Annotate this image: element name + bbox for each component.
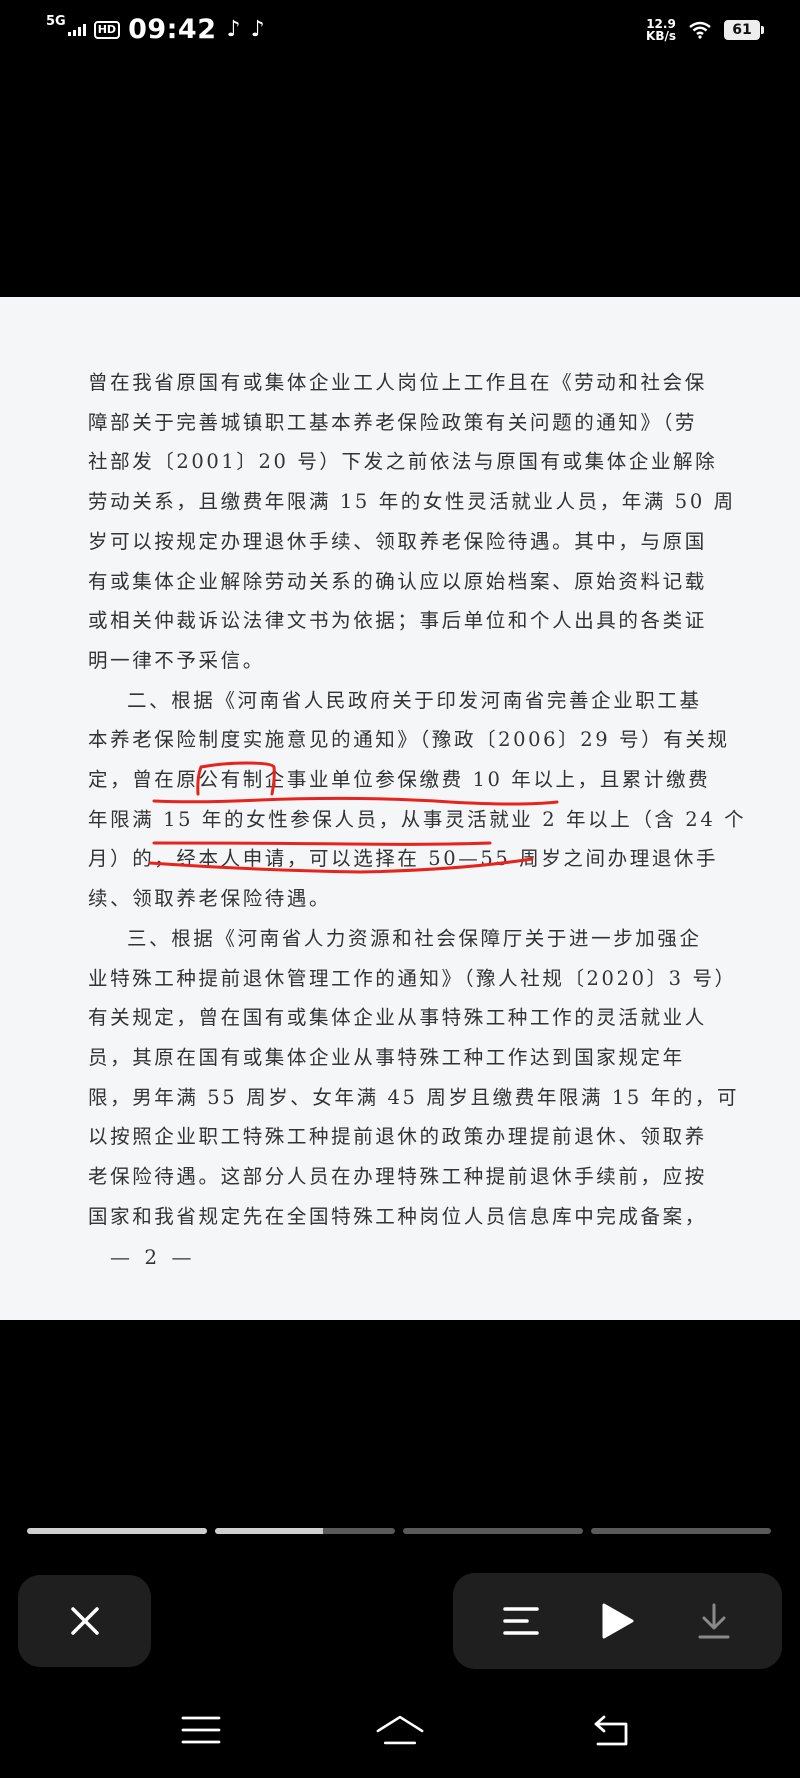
- play-button[interactable]: [593, 1597, 641, 1645]
- media-controls: [453, 1573, 782, 1669]
- signal-icon: [67, 23, 86, 36]
- close-button[interactable]: [18, 1575, 151, 1667]
- document-text: 曾在我省原国有或集体企业工人岗位上工作且在《劳动和社会保 障部关于完善城镇职工基…: [88, 363, 747, 1236]
- list-icon: [503, 1607, 539, 1635]
- doc-line: 或相关仲裁诉讼法律文书为依据；事后单位和个人出具的各类证: [88, 609, 707, 633]
- back-button[interactable]: [588, 1710, 636, 1750]
- doc-line: 续、领取养老保险待遇。: [88, 887, 332, 911]
- home-icon: [376, 1715, 424, 1745]
- home-button[interactable]: [376, 1710, 424, 1750]
- menu-icon: [181, 1716, 221, 1744]
- doc-line: 月）的，经本人申请，可以选择在 50—55 周岁之间办理退休手: [88, 847, 719, 871]
- doc-line: 三、根据《河南省人力资源和社会保障厅关于进一步加强企: [127, 926, 702, 950]
- doc-line: 岁可以按规定办理退休手续、领取养老保险待遇。其中，与原国: [88, 529, 707, 553]
- tiktok-icon: ♪: [226, 17, 241, 42]
- system-nav-bar: [0, 1700, 800, 1760]
- doc-line: 定，曾在原公有制企事业单位参保缴费 10 年以上，且累计缴费: [88, 768, 711, 792]
- page-number: — 2 —: [110, 1245, 196, 1269]
- doc-line: 员，其原在国有或集体企业从事特殊工种工作达到国家规定年: [88, 1045, 685, 1069]
- doc-line: 本养老保险制度实施意见的通知》（豫政〔2006〕29 号）有关规: [88, 728, 730, 752]
- network-type: 5G: [46, 14, 66, 29]
- story-progress: [27, 1528, 771, 1534]
- battery-level: 61: [732, 22, 752, 38]
- download-button[interactable]: [690, 1597, 738, 1645]
- battery-icon: 61: [724, 20, 764, 40]
- network-speed: 12.9 KB/s: [646, 18, 676, 42]
- doc-line: 明一律不予采信。: [88, 648, 265, 672]
- list-button[interactable]: [497, 1597, 545, 1645]
- doc-line: 劳动关系，且缴费年限满 15 年的女性灵活就业人员，年满 50 周: [88, 490, 736, 514]
- progress-segment: [403, 1528, 583, 1534]
- doc-line: 二、根据《河南省人民政府关于印发河南省完善企业职工基: [127, 688, 702, 712]
- clock: 09:42: [128, 14, 217, 45]
- progress-segment: [27, 1528, 207, 1534]
- doc-line: 业特殊工种提前退休管理工作的通知》（豫人社规〔2020〕3 号）: [88, 966, 737, 990]
- progress-segment: [215, 1528, 395, 1534]
- doc-line: 曾在我省原国有或集体企业工人岗位上工作且在《劳动和社会保: [88, 371, 707, 394]
- status-bar: 5G HD 09:42 ♪ ♪ 12.9 KB/s 61: [0, 0, 800, 60]
- download-icon: [698, 1603, 730, 1639]
- document-page: 曾在我省原国有或集体企业工人岗位上工作且在《劳动和社会保 障部关于完善城镇职工基…: [0, 297, 800, 1320]
- doc-line: 年限满 15 年的女性参保人员，从事灵活就业 2 年以上（含 24 个: [88, 807, 747, 831]
- hd-icon: HD: [93, 20, 121, 39]
- menu-button[interactable]: [177, 1710, 225, 1750]
- doc-line: 障部关于完善城镇职工基本养老保险政策有关问题的通知》（劳: [88, 410, 698, 434]
- doc-line: 老保险待遇。这部分人员在办理特殊工种提前退休手续前，应按: [88, 1165, 707, 1189]
- doc-line: 以按照企业职工特殊工种提前退休的政策办理提前退休、领取养: [88, 1125, 707, 1149]
- doc-line: 有关规定，曾在国有或集体企业从事特殊工种工作的灵活就业人: [88, 1006, 707, 1030]
- wifi-icon: [689, 21, 711, 39]
- network-speed-unit: KB/s: [646, 29, 676, 43]
- back-icon: [594, 1715, 628, 1746]
- doc-line: 限，男年满 55 周岁、女年满 45 周岁且缴费年限满 15 年的，可: [88, 1085, 740, 1109]
- progress-segment: [591, 1528, 771, 1534]
- doc-line: 有或集体企业解除劳动关系的确认应以原始档案、原始资料记载: [88, 569, 707, 593]
- tiktok-icon: ♪: [250, 17, 265, 42]
- close-icon: [70, 1607, 99, 1635]
- doc-line: 社部发〔2001〕20 号）下发之前依法与原国有或集体企业解除: [88, 450, 718, 474]
- play-icon: [602, 1603, 634, 1639]
- doc-line: 国家和我省规定先在全国特殊工种岗位人员信息库中完成备案，: [88, 1204, 707, 1228]
